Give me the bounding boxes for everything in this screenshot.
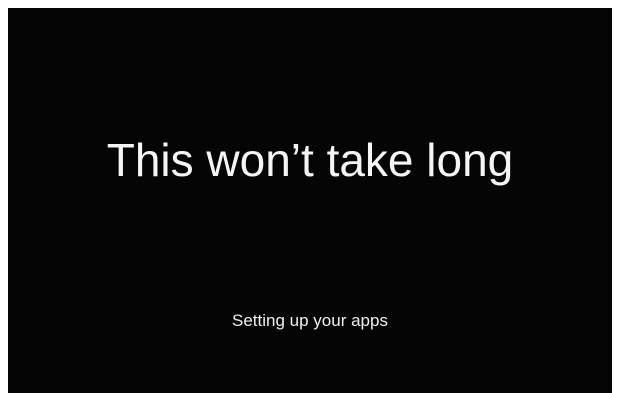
setup-frame: This won’t take long Setting up your app… [8, 8, 612, 393]
setup-status-text: Setting up your apps [232, 311, 388, 330]
setup-screen: This won’t take long Setting up your app… [8, 8, 612, 393]
setup-headline: This won’t take long [106, 134, 514, 186]
